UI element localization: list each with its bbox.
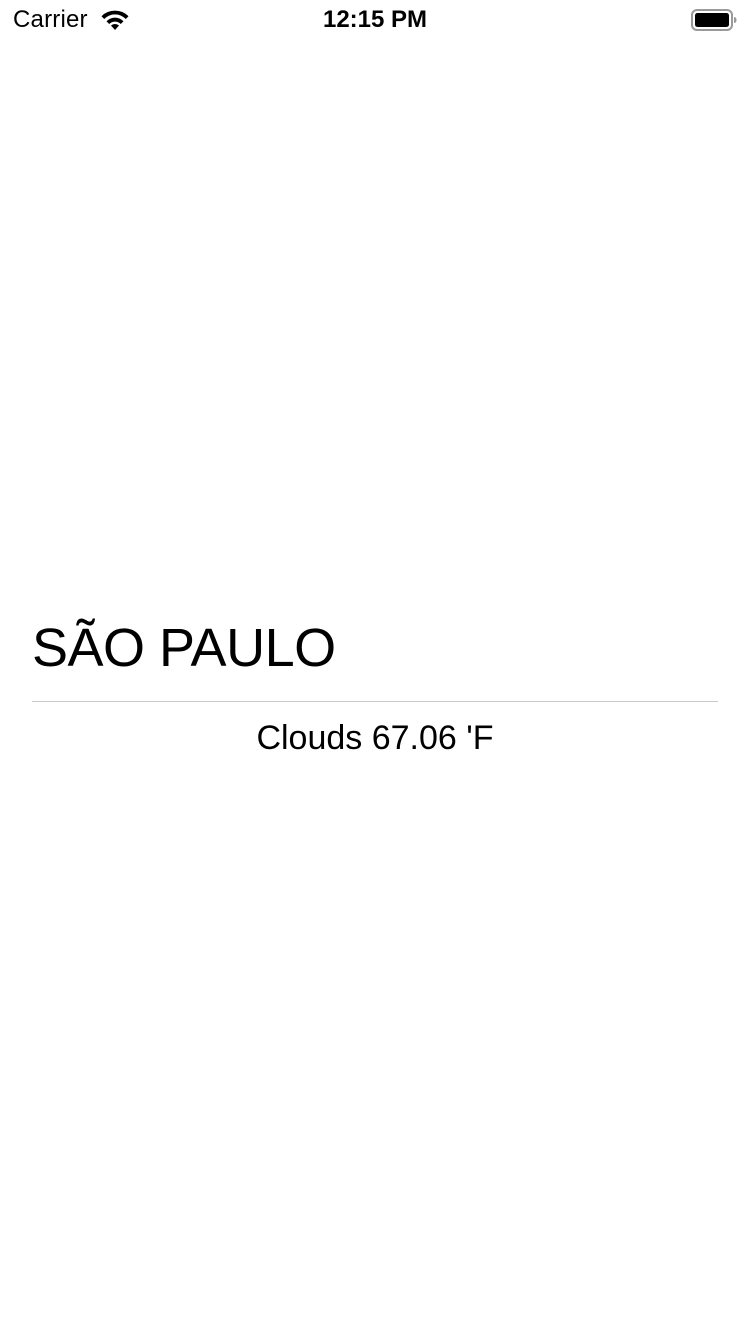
battery-full-icon — [691, 8, 737, 32]
status-time: 12:15 PM — [322, 6, 428, 33]
city-name: SÃO PAULO — [32, 618, 336, 678]
weather-summary: Clouds 67.06 'F — [256, 719, 494, 757]
weather-screen: Carrier 12:15 PM SÃO PAULO Clouds 67.06 … — [0, 0, 750, 1334]
divider — [32, 701, 718, 702]
status-bar: Carrier 12:15 PM — [0, 0, 750, 40]
